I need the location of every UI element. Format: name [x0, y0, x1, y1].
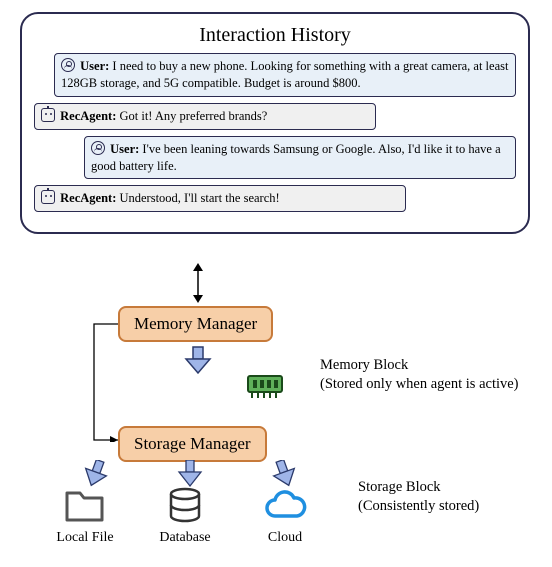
storage-block-label-line2: (Consistently stored) [358, 498, 479, 514]
memory-block-label: Memory Block (Stored only when agent is … [320, 356, 519, 394]
connector-line [88, 322, 128, 442]
message-text: Understood, I'll start the search! [119, 191, 279, 205]
memory-manager-label: Memory Manager [134, 314, 257, 333]
interaction-history-panel: Interaction History User: I need to buy … [20, 12, 530, 234]
user-icon [61, 58, 75, 72]
message-text: Got it! Any preferred brands? [119, 109, 267, 123]
message-role-label: User: [110, 142, 139, 156]
user-icon [91, 141, 105, 155]
message-text: I've been leaning towards Samsung or Goo… [91, 142, 501, 173]
chat-message-user: User: I need to buy a new phone. Looking… [54, 53, 516, 97]
bot-icon [41, 190, 55, 204]
cloud-icon [259, 486, 311, 526]
storage-target-label: Local File [40, 530, 130, 546]
chat-message-user: User: I've been leaning towards Samsung … [84, 136, 516, 180]
storage-block-label-line1: Storage Block [358, 479, 441, 495]
message-role-label: RecAgent: [60, 191, 116, 205]
storage-target-label: Cloud [240, 530, 330, 546]
storage-block-label: Storage Block (Consistently stored) [358, 478, 479, 516]
storage-target-local-file: Local File [40, 486, 130, 546]
chat-message-agent: RecAgent: Understood, I'll start the sea… [34, 185, 406, 212]
message-role-label: RecAgent: [60, 109, 116, 123]
storage-manager-label: Storage Manager [134, 434, 251, 453]
bot-icon [41, 108, 55, 122]
memory-block-label-line2: (Stored only when agent is active) [320, 376, 519, 392]
message-role-label: User: [80, 59, 109, 73]
folder-icon [62, 486, 108, 526]
interaction-history-title: Interaction History [34, 24, 516, 47]
message-text: I need to buy a new phone. Looking for s… [61, 59, 508, 90]
chat-message-agent: RecAgent: Got it! Any preferred brands? [34, 103, 376, 130]
database-icon [162, 486, 208, 526]
storage-manager-box: Storage Manager [118, 426, 267, 462]
arrow-down-icon [180, 345, 216, 377]
bidirectional-arrow-icon [188, 261, 208, 305]
storage-target-cloud: Cloud [240, 486, 330, 546]
storage-target-database: Database [140, 486, 230, 546]
memory-block-label-line1: Memory Block [320, 357, 408, 373]
memory-manager-box: Memory Manager [118, 306, 273, 342]
storage-target-label: Database [140, 530, 230, 546]
memory-chip-icon [245, 372, 285, 400]
